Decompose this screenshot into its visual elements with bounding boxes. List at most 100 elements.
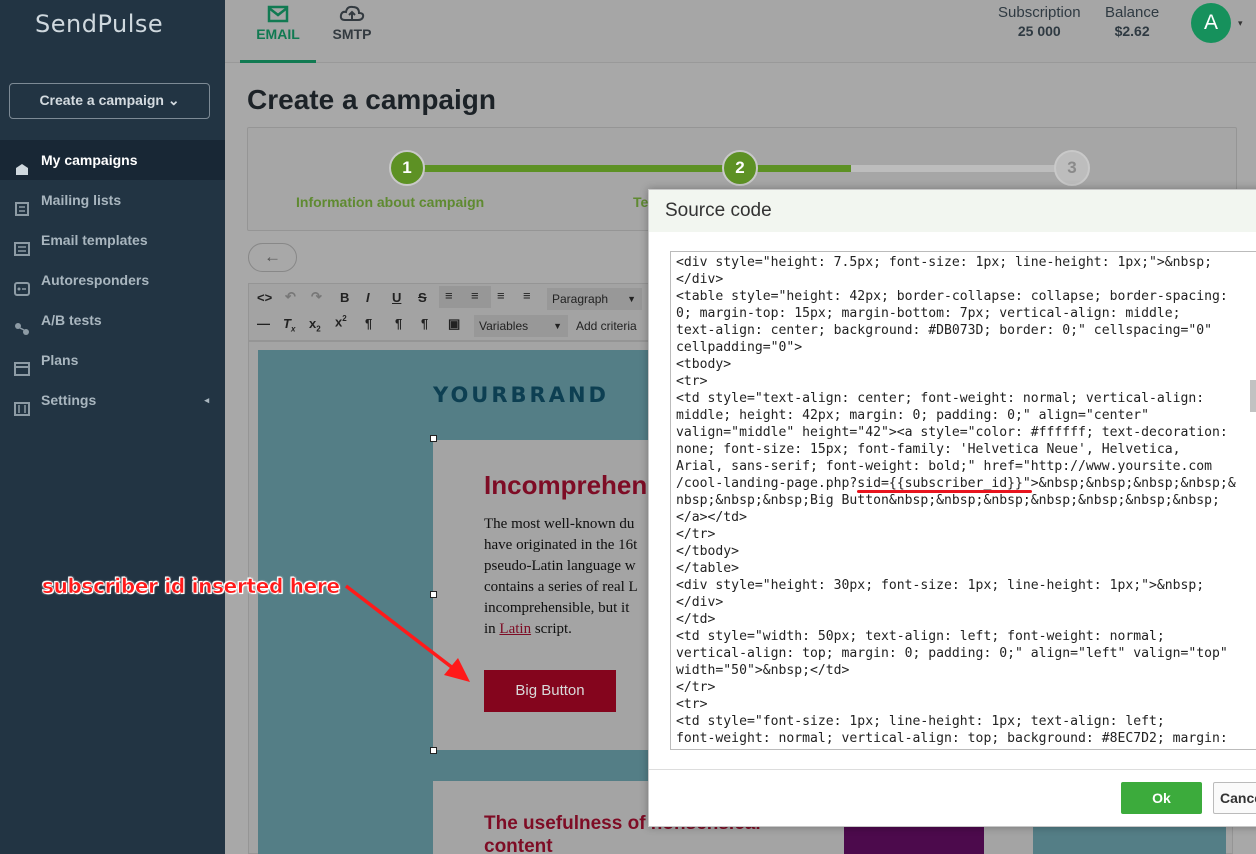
format-select-value: Paragraph — [552, 292, 609, 306]
sidebar-item-label: A/B tests — [41, 312, 102, 328]
page-title: Create a campaign — [247, 84, 496, 115]
step-2-circle[interactable]: 2 — [722, 150, 758, 186]
editor-toolbar: <> ↶ ↷ B I U S ≡ ≡ ≡ ≡ Paragraph ▼ — Tx … — [248, 283, 668, 341]
sidebar-item-my-campaigns[interactable]: My campaigns — [0, 140, 225, 180]
paragraph-line: have originated in the 16t — [484, 537, 638, 553]
horizontal-rule-icon[interactable]: — — [257, 316, 270, 331]
sidebar-item-plans[interactable]: Plans — [0, 340, 225, 380]
resize-handle[interactable] — [430, 435, 437, 442]
template-icon — [13, 232, 31, 256]
app-logo[interactable]: SendPulse — [35, 10, 163, 38]
align-right-icon[interactable]: ≡ — [497, 288, 505, 303]
paragraph-line: pseudo-Latin language w — [484, 558, 636, 574]
ok-button[interactable]: Ok — [1121, 782, 1202, 814]
sidebar-item-settings[interactable]: Settings ◂ — [0, 380, 225, 420]
email-paragraph[interactable]: The most well-known du have originated i… — [484, 514, 649, 644]
campaign-icon — [13, 152, 31, 175]
annotation-arrow-icon — [344, 584, 470, 682]
ab-test-icon — [13, 312, 31, 335]
paragraph-icon[interactable]: ¶ — [395, 316, 402, 331]
sidebar-item-label: Mailing lists — [41, 192, 122, 208]
tab-smtp[interactable]: SMTP — [320, 0, 384, 63]
settings-icon — [13, 392, 31, 416]
email-heading[interactable]: Incomprehen — [484, 470, 654, 501]
align-center-icon[interactable]: ≡ — [471, 288, 479, 303]
balance-value: $2.62 — [1114, 23, 1150, 39]
bold-icon[interactable]: B — [340, 290, 349, 305]
italic-icon[interactable]: I — [366, 290, 370, 305]
dialog-title: Source code — [649, 190, 1256, 232]
paragraph-rtl-icon[interactable]: ¶ — [421, 316, 428, 331]
paragraph-line: in Latin script. — [484, 619, 649, 640]
subscript-icon[interactable]: x2 — [309, 316, 321, 334]
source-code-dialog: Source code <div style="height: 7.5px; f… — [648, 189, 1256, 827]
underline-icon[interactable]: U — [392, 290, 401, 305]
dialog-footer-divider — [649, 769, 1256, 770]
align-left-icon[interactable]: ≡ — [445, 288, 453, 303]
subscription-value: 25 000 — [1017, 23, 1061, 39]
caret-down-icon: ▼ — [627, 294, 636, 304]
envelope-icon — [267, 5, 289, 23]
email-big-button[interactable]: Big Button — [484, 670, 616, 712]
redo-icon[interactable]: ↷ — [311, 289, 322, 305]
cloud-icon — [339, 5, 365, 21]
sidebar-item-label: Settings — [41, 392, 97, 408]
paragraph-text: in — [484, 621, 500, 637]
subscription-label: Subscription — [998, 4, 1081, 21]
list-icon — [13, 192, 31, 216]
paragraph-ltr-icon[interactable]: ¶ — [365, 316, 372, 331]
progress-line-done — [408, 165, 851, 172]
strikethrough-icon[interactable]: S — [418, 290, 427, 305]
avatar[interactable]: A — [1191, 3, 1231, 43]
paragraph-text: script. — [531, 621, 572, 637]
balance-label: Balance — [1105, 4, 1160, 21]
paragraph-line: incomprehensible, but it — [484, 600, 630, 616]
sidebar-nav: My campaigns Mailing lists Email templat… — [0, 140, 225, 420]
undo-icon[interactable]: ↶ — [285, 289, 296, 305]
caret-down-icon: ▼ — [553, 321, 562, 331]
justify-icon[interactable]: ≡ — [523, 288, 531, 303]
back-button[interactable]: ← — [248, 243, 297, 272]
balance-stat[interactable]: Balance $2.62 — [1105, 4, 1159, 39]
latin-link[interactable]: Latin — [499, 621, 531, 637]
sidebar-item-label: Plans — [41, 352, 79, 368]
step-2-label: Te — [633, 194, 649, 210]
source-code-icon[interactable]: <> — [257, 290, 272, 305]
source-code-textarea[interactable]: <div style="height: 7.5px; font-size: 1p… — [670, 251, 1256, 750]
superscript-icon[interactable]: x2 — [335, 314, 347, 329]
sidebar: SendPulse Create a campaign ⌄ My campaig… — [0, 0, 225, 854]
sidebar-item-label: Autoresponders — [41, 272, 150, 288]
step-1-circle[interactable]: 1 — [389, 150, 425, 186]
progress-line-pending — [851, 165, 1071, 172]
tab-email[interactable]: EMAIL — [240, 0, 316, 63]
image-icon[interactable]: ▣ — [448, 316, 460, 332]
sidebar-item-ab-tests[interactable]: A/B tests — [0, 300, 225, 340]
subscription-stat[interactable]: Subscription 25 000 — [998, 4, 1081, 39]
annotation-underline — [857, 490, 1032, 493]
email-brand[interactable]: YOURBRAND — [433, 383, 609, 407]
clear-format-icon[interactable]: Tx — [283, 316, 295, 334]
tab-label: SMTP — [332, 26, 372, 42]
add-criteria-button[interactable]: Add criteria — [576, 319, 637, 333]
cancel-button[interactable]: Cance — [1213, 782, 1256, 814]
create-campaign-button[interactable]: Create a campaign ⌄ — [9, 83, 210, 119]
annotation-label: subscriber id inserted here — [42, 574, 341, 599]
resize-handle[interactable] — [430, 747, 437, 754]
step-3-circle[interactable]: 3 — [1054, 150, 1090, 186]
plans-icon — [13, 352, 31, 376]
caret-down-icon[interactable]: ▾ — [1238, 18, 1243, 29]
sidebar-item-label: My campaigns — [41, 152, 138, 168]
sidebar-item-email-templates[interactable]: Email templates — [0, 220, 225, 260]
sidebar-item-label: Email templates — [41, 232, 148, 248]
variables-select-value: Variables — [479, 319, 529, 333]
chevron-left-icon: ◂ — [204, 395, 209, 405]
top-bar: EMAIL SMTP Subscription 25 000 Balance $… — [225, 0, 1256, 63]
paragraph-line: The most well-known du — [484, 516, 635, 532]
sidebar-item-autoresponders[interactable]: Autoresponders — [0, 260, 225, 300]
format-select[interactable]: Paragraph ▼ — [547, 288, 642, 310]
variables-select[interactable]: Variables ▼ — [474, 315, 568, 337]
scrollbar-thumb[interactable] — [1250, 380, 1256, 412]
sidebar-item-mailing-lists[interactable]: Mailing lists — [0, 180, 225, 220]
autoresponder-icon — [13, 272, 31, 296]
paragraph-line: contains a series of real L — [484, 579, 638, 595]
